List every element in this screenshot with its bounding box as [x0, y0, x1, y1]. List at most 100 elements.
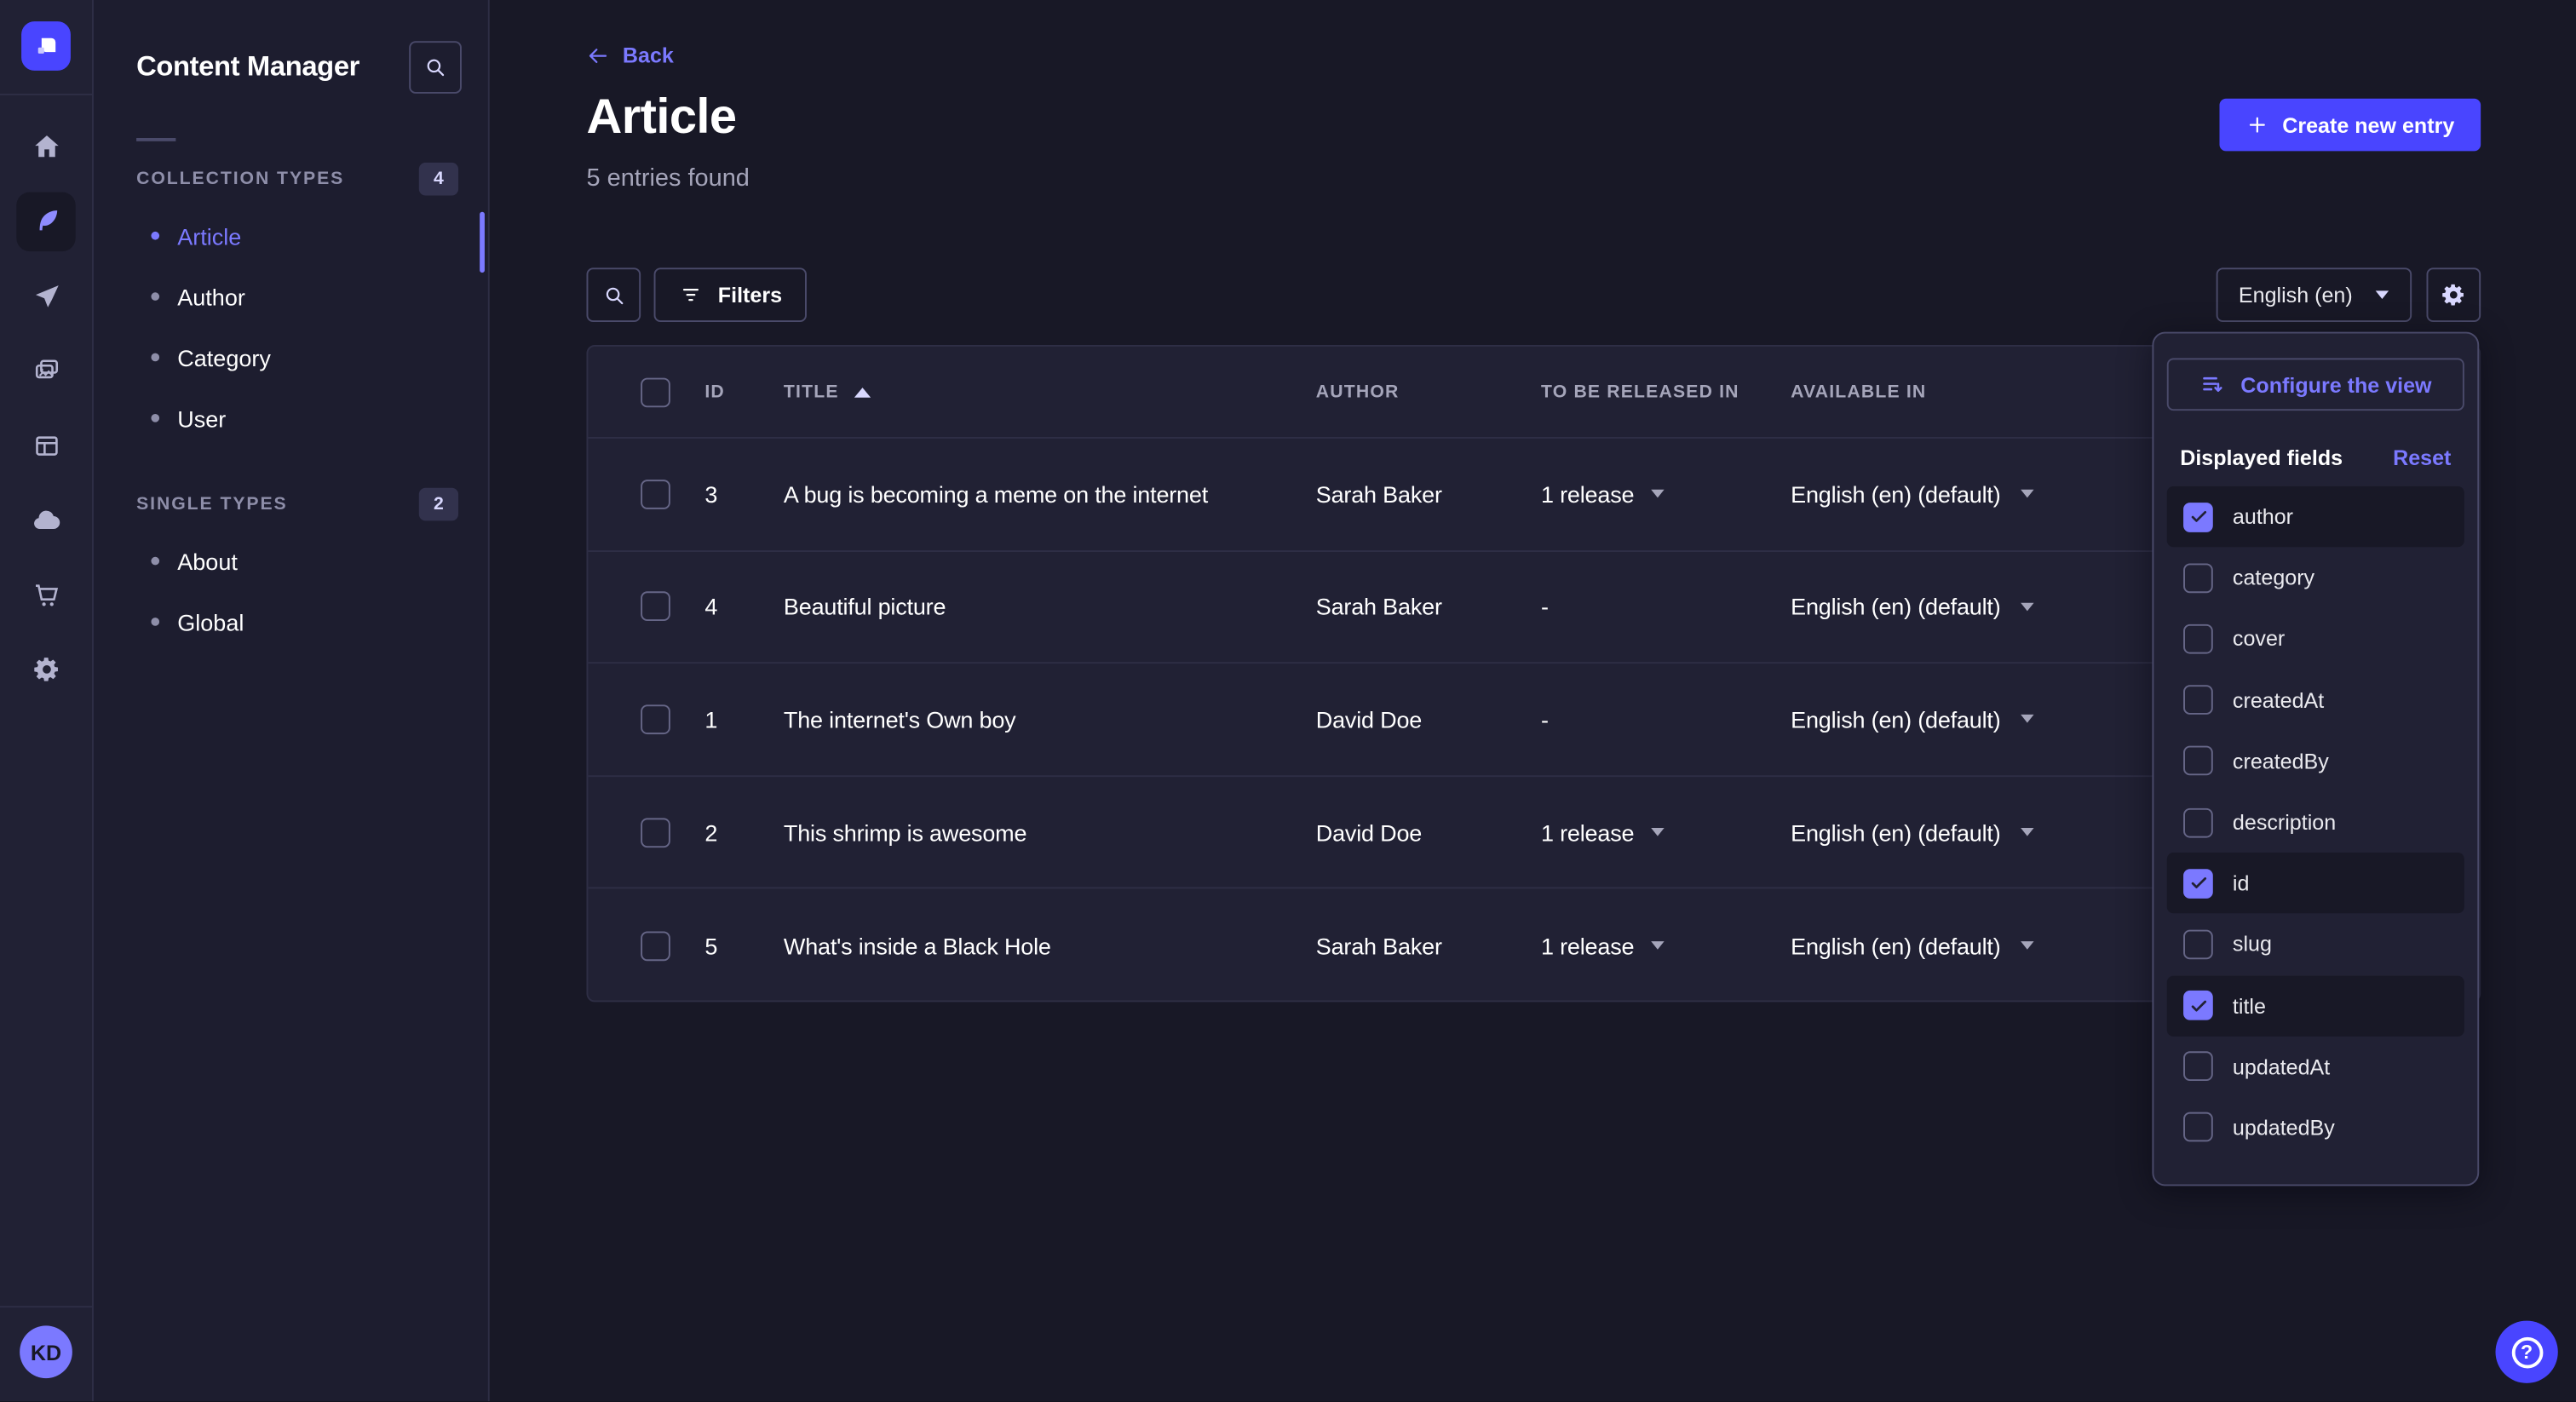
view-settings-gear-button[interactable]	[2426, 267, 2481, 322]
field-label: cover	[2233, 627, 2285, 652]
sidebar-item-author[interactable]: Author	[94, 266, 488, 326]
displayed-fields-header: Displayed fields Reset	[2167, 445, 2464, 470]
displayed-fields-title: Displayed fields	[2180, 445, 2343, 470]
sidebar-item-global[interactable]: Global	[94, 591, 488, 652]
strapi-logo-icon	[32, 32, 60, 60]
column-header-title[interactable]: TITLE	[784, 382, 1316, 401]
sidebar-item-about[interactable]: About	[94, 531, 488, 591]
locale-value: English (en)	[2239, 283, 2353, 307]
bullet-icon	[151, 232, 159, 240]
select-all-checkbox[interactable]	[641, 377, 670, 407]
single-types-label: SINGLE TYPES	[136, 495, 288, 514]
field-option-updatedBy[interactable]: updatedBy	[2167, 1097, 2464, 1158]
subnav-scrollbar-thumb[interactable]	[480, 212, 485, 273]
page-title: Article	[587, 90, 737, 147]
cell-title: A bug is becoming a meme on the internet	[784, 481, 1316, 508]
checkbox-icon[interactable]	[2183, 1113, 2213, 1143]
field-option-author[interactable]: author	[2167, 486, 2464, 548]
checkbox-checked-icon[interactable]	[2183, 502, 2213, 531]
field-option-category[interactable]: category	[2167, 548, 2464, 609]
deploy-cloud-icon[interactable]	[16, 491, 75, 549]
releases-paper-plane-icon[interactable]	[16, 266, 75, 325]
row-checkbox[interactable]	[641, 931, 670, 961]
content-type-builder-layout-icon[interactable]	[16, 416, 75, 474]
cell-author: Sarah Baker	[1316, 481, 1541, 508]
field-option-createdBy[interactable]: createdBy	[2167, 731, 2464, 792]
cell-id: 5	[704, 933, 784, 959]
entries-count: 5 entries found	[587, 164, 750, 192]
view-settings-popover: Configure the view Displayed fields Rese…	[2152, 332, 2479, 1187]
row-checkbox[interactable]	[641, 480, 670, 509]
marketplace-cart-icon[interactable]	[16, 565, 75, 623]
field-option-slug[interactable]: slug	[2167, 914, 2464, 975]
strapi-logo[interactable]	[21, 21, 71, 71]
checkbox-icon[interactable]	[2183, 929, 2213, 959]
create-new-entry-label: Create new entry	[2282, 112, 2454, 137]
chevron-down-icon	[1651, 490, 1664, 498]
search-icon	[601, 282, 627, 308]
bullet-icon	[151, 414, 159, 422]
chevron-down-icon	[2021, 715, 2033, 724]
chevron-down-icon	[1651, 828, 1664, 836]
field-option-cover[interactable]: cover	[2167, 608, 2464, 669]
field-option-id[interactable]: id	[2167, 853, 2464, 914]
column-header-release[interactable]: TO BE RELEASED IN	[1541, 382, 1791, 401]
back-link[interactable]: Back	[587, 43, 674, 67]
locale-select[interactable]: English (en)	[2216, 267, 2412, 322]
sidebar-item-article[interactable]: Article	[94, 205, 488, 266]
create-new-entry-button[interactable]: Create new entry	[2220, 99, 2481, 152]
sidebar-item-user[interactable]: User	[94, 388, 488, 448]
checkbox-icon[interactable]	[2183, 624, 2213, 654]
chevron-down-icon	[1651, 941, 1664, 950]
row-checkbox[interactable]	[641, 704, 670, 734]
rail-icon-list	[16, 117, 75, 699]
content-manager-subnav: Content Manager COLLECTION TYPES 4 Artic…	[94, 0, 490, 1402]
field-option-description[interactable]: description	[2167, 791, 2464, 853]
checkbox-icon[interactable]	[2183, 1052, 2213, 1082]
column-header-author[interactable]: AUTHOR	[1316, 382, 1541, 401]
column-header-id[interactable]: ID	[704, 382, 784, 401]
field-option-createdAt[interactable]: createdAt	[2167, 669, 2464, 731]
checkbox-icon[interactable]	[2183, 807, 2213, 837]
cell-title: Beautiful picture	[784, 594, 1316, 620]
reset-link[interactable]: Reset	[2393, 445, 2451, 470]
filter-lines-icon	[678, 283, 703, 307]
subnav-header: Content Manager	[94, 0, 488, 94]
cell-title: The internet's Own boy	[784, 706, 1316, 733]
home-icon[interactable]	[16, 117, 75, 175]
checkbox-checked-icon[interactable]	[2183, 991, 2213, 1020]
configure-view-label: Configure the view	[2240, 372, 2431, 397]
media-library-images-icon[interactable]	[16, 341, 75, 399]
row-checkbox[interactable]	[641, 818, 670, 848]
row-checkbox[interactable]	[641, 592, 670, 622]
cell-id: 2	[704, 819, 784, 846]
field-label: description	[2233, 810, 2336, 835]
chevron-down-icon	[2376, 290, 2389, 299]
sidebar-item-label: User	[177, 405, 226, 431]
checkbox-icon[interactable]	[2183, 746, 2213, 776]
release-dropdown[interactable]: 1 release	[1541, 933, 1791, 959]
cell-release-empty: -	[1541, 706, 1791, 733]
user-avatar[interactable]: KD	[20, 1326, 72, 1379]
release-dropdown[interactable]: 1 release	[1541, 819, 1791, 846]
table-search-button[interactable]	[587, 267, 641, 322]
cell-title: This shrimp is awesome	[784, 819, 1316, 846]
field-label: slug	[2233, 932, 2272, 957]
sidebar-item-category[interactable]: Category	[94, 327, 488, 388]
checkbox-icon[interactable]	[2183, 686, 2213, 715]
field-label: updatedAt	[2233, 1054, 2330, 1079]
chevron-down-icon	[2021, 941, 2033, 950]
configure-view-button[interactable]: Configure the view	[2167, 358, 2464, 411]
cell-id: 1	[704, 706, 784, 733]
filters-button[interactable]: Filters	[654, 267, 807, 322]
release-dropdown[interactable]: 1 release	[1541, 481, 1791, 508]
bullet-icon	[151, 618, 159, 626]
checkbox-checked-icon[interactable]	[2183, 869, 2213, 899]
chevron-down-icon	[2021, 490, 2033, 498]
checkbox-icon[interactable]	[2183, 563, 2213, 593]
content-manager-feather-icon[interactable]	[16, 192, 75, 250]
subnav-search-button[interactable]	[409, 41, 462, 94]
settings-gear-icon[interactable]	[16, 640, 75, 698]
field-option-title[interactable]: title	[2167, 975, 2464, 1037]
field-option-updatedAt[interactable]: updatedAt	[2167, 1036, 2464, 1097]
